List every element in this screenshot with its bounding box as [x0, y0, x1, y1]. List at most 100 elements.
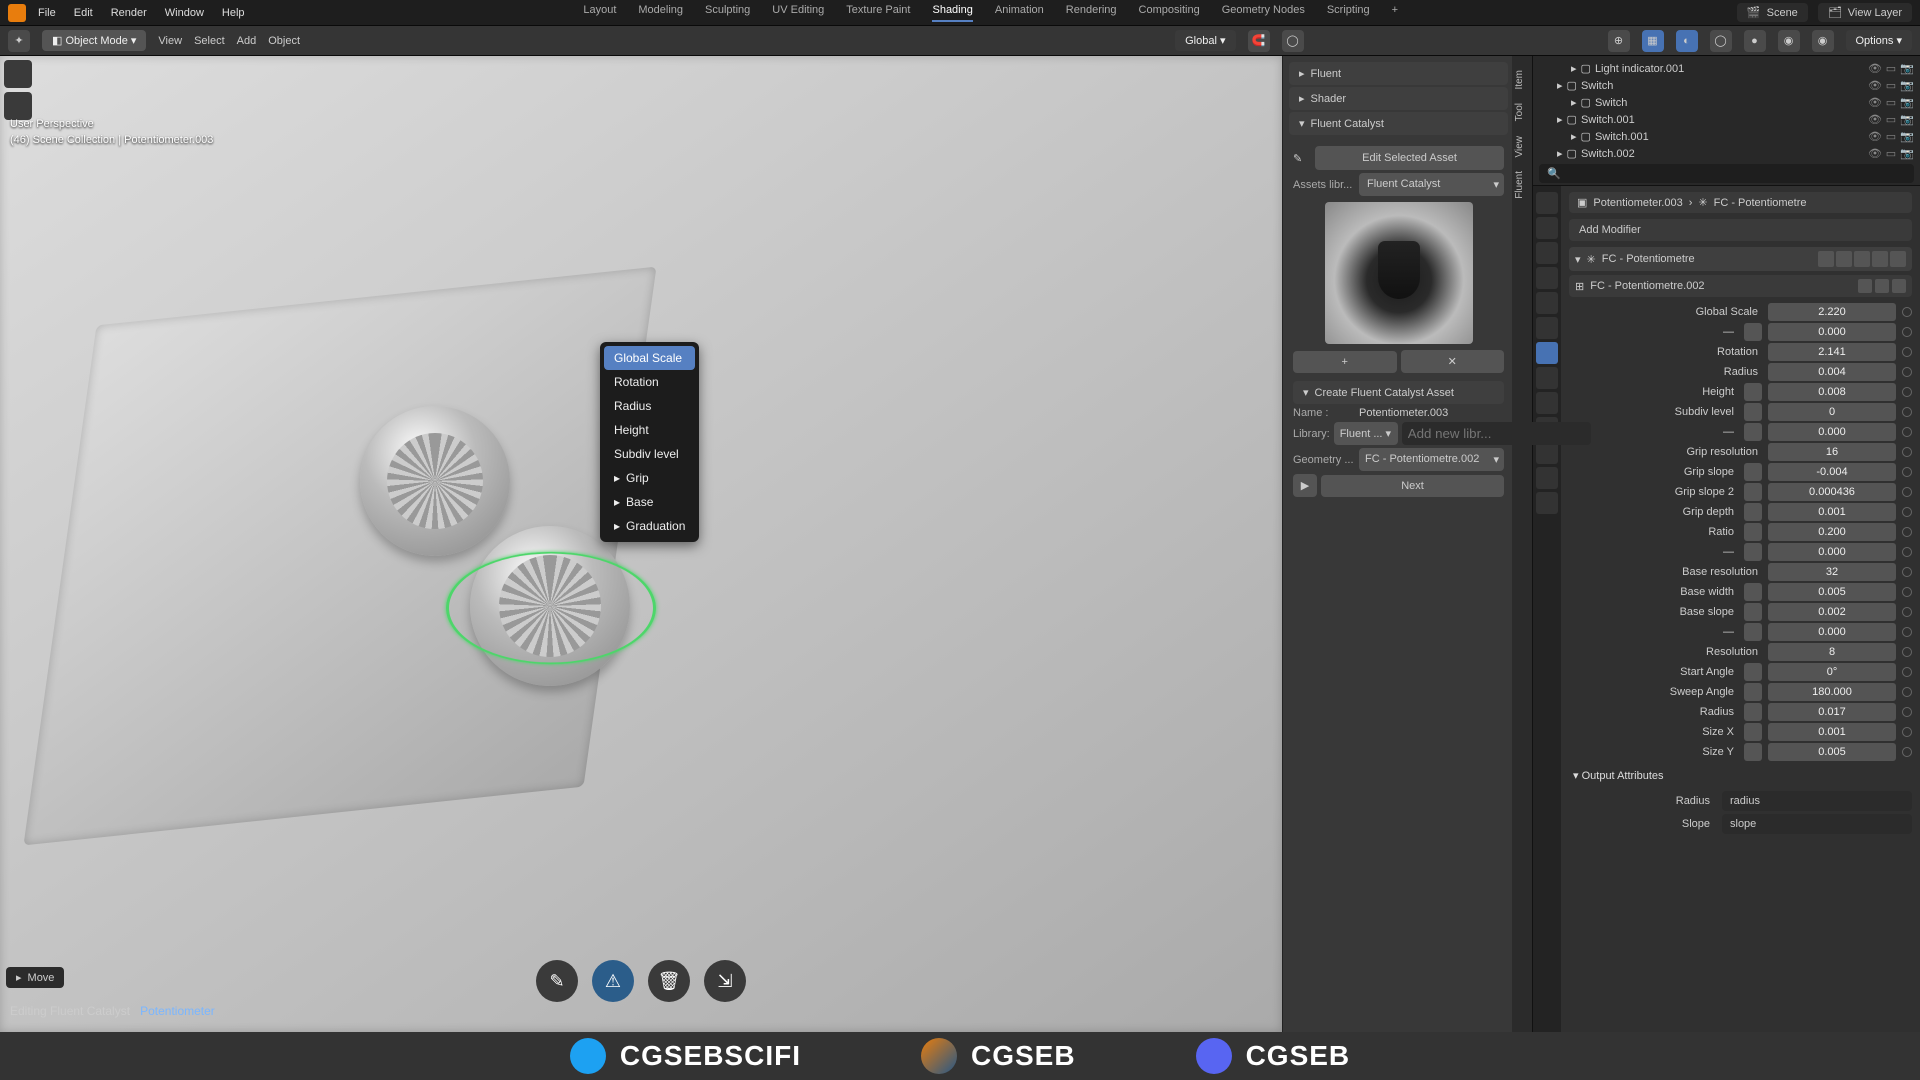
- crumb-modifier[interactable]: FC - Potentiometre: [1714, 197, 1807, 209]
- output-value[interactable]: slope: [1722, 814, 1912, 834]
- render-icon[interactable]: 📷: [1900, 79, 1914, 92]
- outliner-row[interactable]: ▸ ▢ Switch.002👁▭📷: [1539, 145, 1914, 162]
- keyframe-dot-icon[interactable]: [1902, 467, 1912, 477]
- keyframe-dot-icon[interactable]: [1902, 647, 1912, 657]
- mod-extras-icon[interactable]: [1872, 251, 1888, 267]
- tab-sculpting[interactable]: Sculpting: [705, 4, 750, 22]
- proptab-scene-icon[interactable]: [1536, 267, 1558, 289]
- header-menu-view[interactable]: View: [158, 35, 182, 47]
- property-value[interactable]: 0.017: [1768, 703, 1896, 721]
- proportional-edit-icon[interactable]: ◯: [1282, 30, 1304, 52]
- keyframe-dot-icon[interactable]: [1902, 387, 1912, 397]
- attribute-toggle-icon[interactable]: [1744, 463, 1762, 481]
- 3d-viewport[interactable]: User Perspective (46) Scene Collection |…: [0, 56, 1282, 1032]
- tab-add-icon[interactable]: +: [1392, 4, 1398, 22]
- select-icon[interactable]: ▭: [1884, 147, 1898, 160]
- view-layer-selector[interactable]: 🗂View Layer: [1818, 3, 1912, 22]
- outliner-row[interactable]: ▸ ▢ Switch👁▭📷: [1539, 94, 1914, 111]
- orientation-selector[interactable]: Global ▾: [1175, 30, 1235, 51]
- mod-close-icon[interactable]: [1890, 251, 1906, 267]
- snap-icon[interactable]: 🧲: [1248, 30, 1270, 52]
- mod-toggle-realtime-icon[interactable]: [1836, 251, 1852, 267]
- mode-selector[interactable]: ◧ Object Mode ▾: [42, 30, 146, 51]
- keyframe-dot-icon[interactable]: [1902, 487, 1912, 497]
- property-value[interactable]: 0.000: [1768, 423, 1896, 441]
- render-icon[interactable]: 📷: [1900, 113, 1914, 126]
- property-value[interactable]: 0°: [1768, 663, 1896, 681]
- keyframe-dot-icon[interactable]: [1902, 627, 1912, 637]
- attribute-toggle-icon[interactable]: [1744, 403, 1762, 421]
- panel-shader[interactable]: ▸Shader: [1289, 87, 1508, 110]
- render-icon[interactable]: 📷: [1900, 62, 1914, 75]
- nodegroup-unlink-icon[interactable]: [1892, 279, 1906, 293]
- proptab-object-icon[interactable]: [1536, 317, 1558, 339]
- outliner-item-name[interactable]: Light indicator.001: [1595, 63, 1684, 75]
- property-value[interactable]: 0.000: [1768, 623, 1896, 641]
- tab-scripting[interactable]: Scripting: [1327, 4, 1370, 22]
- next-button[interactable]: Next: [1321, 475, 1504, 497]
- tab-geometry-nodes[interactable]: Geometry Nodes: [1222, 4, 1305, 22]
- eye-icon[interactable]: 👁: [1868, 96, 1882, 109]
- property-value[interactable]: 0.000: [1768, 543, 1896, 561]
- property-value[interactable]: 2.141: [1768, 343, 1896, 361]
- attribute-toggle-icon[interactable]: [1744, 543, 1762, 561]
- disclosure-icon[interactable]: ▸: [1557, 113, 1563, 126]
- overlay-toggle-icon[interactable]: ▦: [1642, 30, 1664, 52]
- eye-icon[interactable]: 👁: [1868, 79, 1882, 92]
- header-menu-object[interactable]: Object: [268, 35, 300, 47]
- render-icon[interactable]: 📷: [1900, 96, 1914, 109]
- disclosure-icon[interactable]: ▸: [1557, 79, 1563, 92]
- proptab-physics-icon[interactable]: [1536, 392, 1558, 414]
- menu-item-graduation[interactable]: ▸Graduation: [604, 514, 695, 538]
- select-icon[interactable]: ▭: [1884, 62, 1898, 75]
- proptab-viewlayer-icon[interactable]: [1536, 242, 1558, 264]
- render-icon[interactable]: 📷: [1900, 147, 1914, 160]
- keyframe-dot-icon[interactable]: [1902, 707, 1912, 717]
- proptab-data-icon[interactable]: [1536, 442, 1558, 464]
- last-operator-panel[interactable]: ▸ Move: [6, 967, 64, 988]
- menu-item-subdiv[interactable]: Subdiv level: [604, 442, 695, 466]
- library-new-input[interactable]: [1402, 422, 1591, 445]
- property-value[interactable]: 0.000436: [1768, 483, 1896, 501]
- property-value[interactable]: 2.220: [1768, 303, 1896, 321]
- attribute-toggle-icon[interactable]: [1744, 523, 1762, 541]
- keyframe-dot-icon[interactable]: [1902, 507, 1912, 517]
- outliner-row[interactable]: ▸ ▢ Switch.001👁▭📷: [1539, 111, 1914, 128]
- disclosure-icon[interactable]: ▸: [1557, 147, 1563, 160]
- tab-animation[interactable]: Animation: [995, 4, 1044, 22]
- property-value[interactable]: 16: [1768, 443, 1896, 461]
- property-value[interactable]: 0.200: [1768, 523, 1896, 541]
- eye-icon[interactable]: 👁: [1868, 62, 1882, 75]
- tab-uv-editing[interactable]: UV Editing: [772, 4, 824, 22]
- menu-file[interactable]: File: [38, 7, 56, 19]
- ntab-view[interactable]: View: [1512, 130, 1532, 164]
- attribute-toggle-icon[interactable]: [1744, 723, 1762, 741]
- outliner-item-name[interactable]: Switch.001: [1581, 114, 1635, 126]
- tool-select-icon[interactable]: [4, 60, 32, 88]
- keyframe-dot-icon[interactable]: [1902, 727, 1912, 737]
- property-value[interactable]: 0.004: [1768, 363, 1896, 381]
- property-value[interactable]: 0: [1768, 403, 1896, 421]
- gizmo-icon[interactable]: ⊕: [1608, 30, 1630, 52]
- mod-toggle-edit-icon[interactable]: [1818, 251, 1834, 267]
- proptab-modifier-icon[interactable]: [1536, 342, 1558, 364]
- keyframe-dot-icon[interactable]: [1902, 667, 1912, 677]
- output-attributes-header[interactable]: ▾ Output Attributes: [1569, 763, 1912, 788]
- asset-thumbnail[interactable]: [1325, 202, 1473, 344]
- menu-render[interactable]: Render: [111, 7, 147, 19]
- nodegroup-pin-icon[interactable]: [1858, 279, 1872, 293]
- tab-modeling[interactable]: Modeling: [638, 4, 683, 22]
- keyframe-dot-icon[interactable]: [1902, 587, 1912, 597]
- geometry-dropdown[interactable]: FC - Potentiometre.002 ▾: [1359, 448, 1504, 471]
- proptab-output-icon[interactable]: [1536, 217, 1558, 239]
- shading-solid-icon[interactable]: ●: [1744, 30, 1766, 52]
- disclosure-icon[interactable]: ▸: [1571, 96, 1577, 109]
- property-value[interactable]: 180.000: [1768, 683, 1896, 701]
- tab-rendering[interactable]: Rendering: [1066, 4, 1117, 22]
- add-asset-button[interactable]: +: [1293, 351, 1397, 373]
- attribute-toggle-icon[interactable]: [1744, 383, 1762, 401]
- tab-compositing[interactable]: Compositing: [1139, 4, 1200, 22]
- menu-item-height[interactable]: Height: [604, 418, 695, 442]
- output-value[interactable]: radius: [1722, 791, 1912, 811]
- keyframe-dot-icon[interactable]: [1902, 567, 1912, 577]
